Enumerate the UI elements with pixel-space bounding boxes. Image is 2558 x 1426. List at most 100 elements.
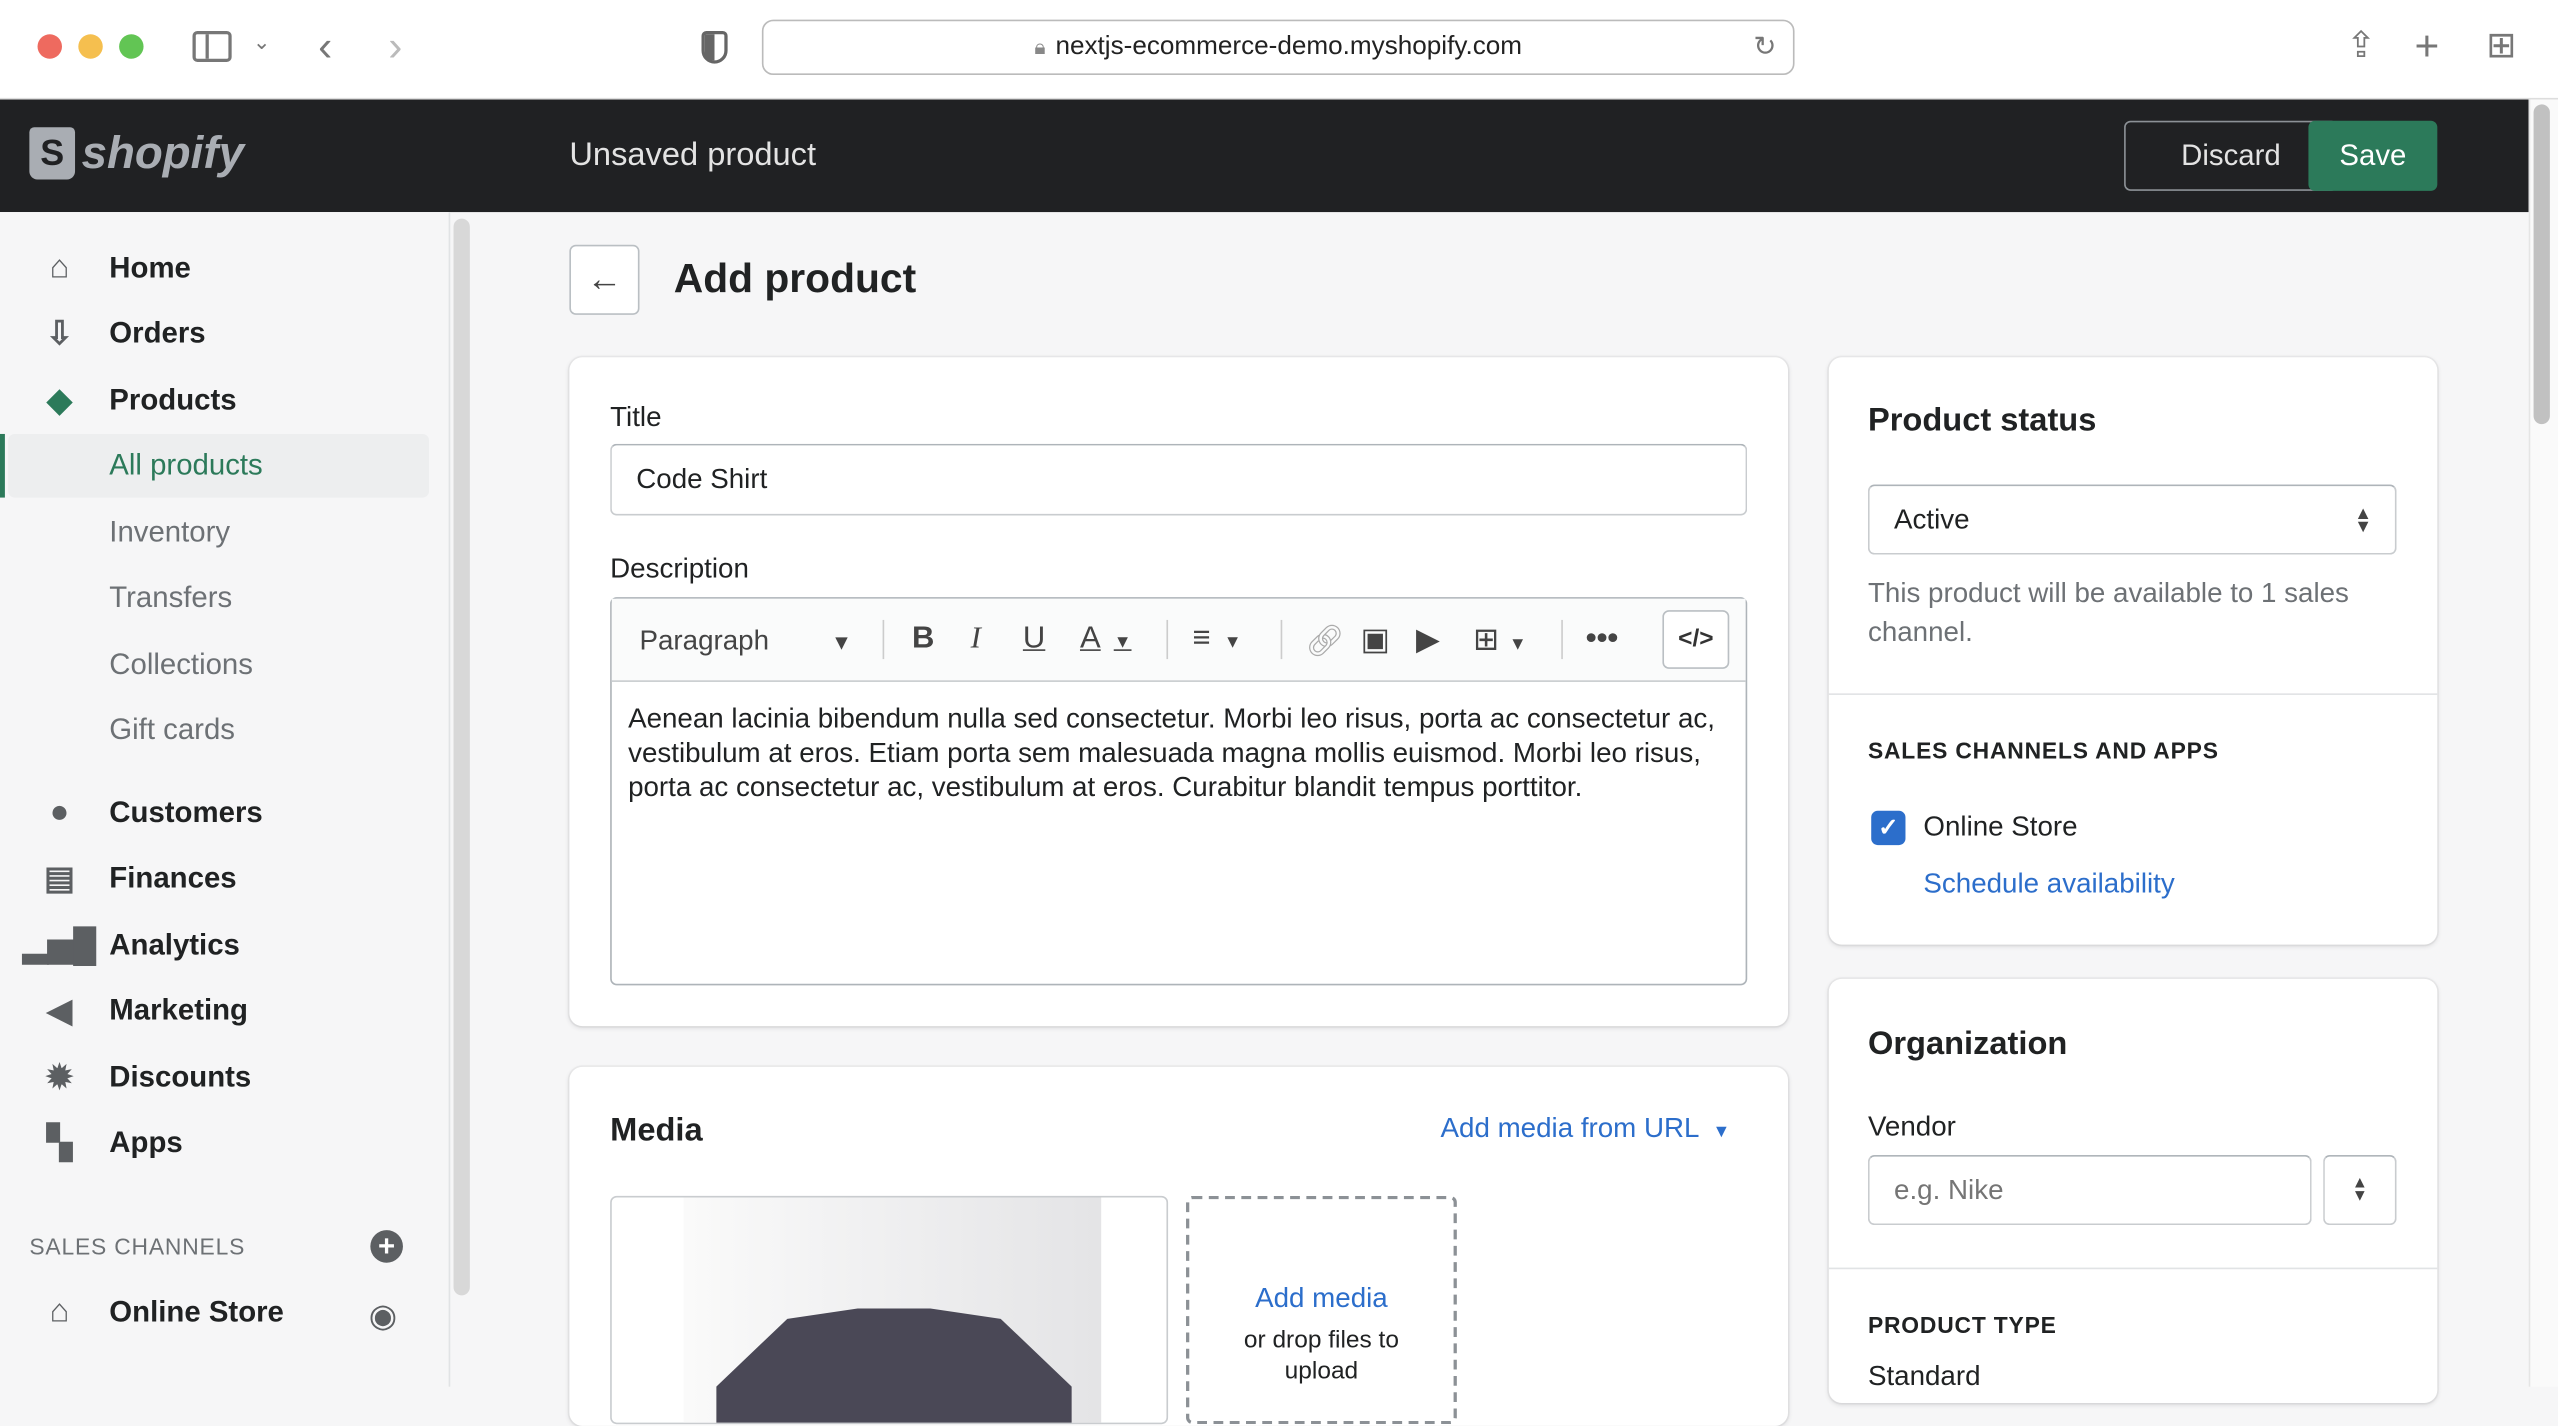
nav-label: Customers: [109, 795, 263, 828]
sidebar-item-products[interactable]: ◆ Products: [39, 382, 237, 419]
sidebar-item-analytics[interactable]: ▂▅█ Analytics: [22, 927, 240, 964]
sidebar-item-apps[interactable]: ▚ Apps: [39, 1124, 183, 1161]
store-icon: ⌂: [49, 1292, 70, 1329]
new-tab-icon[interactable]: +: [2414, 21, 2439, 72]
status-select[interactable]: Active ▲ ▼: [1867, 484, 2397, 555]
tab-overview-icon[interactable]: ⊞: [2486, 24, 2516, 66]
bold-icon[interactable]: B: [912, 622, 934, 658]
drop-hint: or drop files to upload: [1243, 1326, 1399, 1386]
image-icon[interactable]: ▣: [1361, 622, 1390, 660]
title-label: Title: [610, 401, 662, 433]
sidebar-item-finances[interactable]: ▤ Finances: [39, 860, 237, 897]
sales-channels-heading: SALES CHANNELS: [29, 1233, 246, 1260]
table-icon[interactable]: ⊞ ▼: [1473, 622, 1527, 660]
media-thumbnail[interactable]: [610, 1195, 1169, 1425]
organization-heading: Organization: [1867, 1026, 2068, 1063]
code-view-button[interactable]: </>: [1662, 610, 1730, 669]
text-color-icon[interactable]: A ▼: [1080, 622, 1132, 658]
nav-label: Analytics: [109, 927, 240, 961]
nav-label: Online Store: [109, 1294, 284, 1328]
sidebar-item-discounts[interactable]: ✹ Discounts: [39, 1059, 252, 1096]
link-icon[interactable]: 🔗︎: [1305, 622, 1344, 661]
caret-down-icon: ▼: [1712, 1122, 1731, 1142]
page-scrollbar[interactable]: [2533, 104, 2550, 425]
add-sales-channel-icon[interactable]: +: [370, 1230, 403, 1263]
divider: [1828, 693, 2438, 695]
vendor-input[interactable]: [1867, 1155, 2312, 1226]
sidebar-item-customers[interactable]: ● Customers: [39, 794, 263, 830]
save-button[interactable]: Save: [2308, 120, 2438, 191]
sales-channels-apps-heading: SALES CHANNELS AND APPS: [1867, 737, 2219, 764]
sidebar-subitem-gift-cards[interactable]: Gift cards: [109, 713, 235, 747]
add-media-button[interactable]: Add media: [1189, 1282, 1453, 1315]
active-indicator: [0, 433, 5, 498]
apps-icon: ▚: [46, 1124, 73, 1161]
nav-label: Home: [109, 250, 191, 284]
eye-icon[interactable]: ◉: [369, 1295, 397, 1336]
bar-chart-icon: ▂▅█: [22, 927, 97, 964]
share-icon[interactable]: ⇪: [2346, 24, 2376, 66]
shopify-logo[interactable]: Sshopify: [29, 127, 244, 180]
sidebar-subitem-inventory[interactable]: Inventory: [109, 516, 230, 550]
schedule-availability-link[interactable]: Schedule availability: [1923, 868, 2174, 901]
nav-label: Apps: [109, 1124, 183, 1158]
vendor-dropdown-button[interactable]: ▲ ▼: [2323, 1155, 2397, 1226]
logo-text: shopify: [81, 127, 244, 178]
format-select[interactable]: Paragraph ▼: [640, 625, 853, 658]
italic-icon[interactable]: I: [971, 622, 981, 658]
sidebar-toggle-icon[interactable]: [192, 30, 232, 62]
video-icon[interactable]: ▶: [1416, 622, 1440, 660]
online-store-checkbox[interactable]: ✓: [1871, 810, 1906, 846]
add-media-from-url-button[interactable]: Add media from URL ▼: [1441, 1113, 1731, 1146]
more-icon[interactable]: •••: [1586, 622, 1619, 658]
orders-icon: ⇩: [45, 315, 74, 352]
back-icon[interactable]: ‹: [318, 21, 332, 72]
sidebar-item-marketing[interactable]: ◀ Marketing: [39, 992, 248, 1029]
product-type-heading: PRODUCT TYPE: [1867, 1311, 2057, 1338]
caret-down-icon: ▼: [831, 629, 853, 655]
sidebar-subitem-all-products[interactable]: All products: [109, 449, 262, 483]
url-text: nextjs-ecommerce-demo.myshopify.com: [1055, 32, 1523, 61]
product-type-value: Standard: [1867, 1360, 1981, 1392]
link-text: Add media from URL: [1440, 1112, 1700, 1144]
browser-toolbar: ⌄ ‹ › 🔒︎ nextjs-ecommerce-demo.myshopify…: [0, 0, 2558, 100]
person-icon: ●: [49, 793, 70, 830]
online-store-label: Online Store: [1923, 810, 2078, 842]
home-icon: ⌂: [49, 248, 70, 285]
vendor-label: Vendor: [1867, 1110, 1956, 1142]
nav-label: Orders: [109, 315, 206, 349]
media-dropzone[interactable]: Add media or drop files to upload: [1186, 1195, 1457, 1425]
sidebar-item-orders[interactable]: ⇩ Orders: [39, 315, 206, 352]
sidebar-item-home[interactable]: ⌂ Home: [39, 248, 191, 286]
close-window-button[interactable]: [37, 34, 62, 59]
sidebar-subitem-transfers[interactable]: Transfers: [109, 581, 232, 615]
divider: [1280, 619, 1283, 660]
status-value: Active: [1894, 503, 1970, 535]
discount-icon: ✹: [45, 1059, 74, 1096]
status-heading: Product status: [1867, 402, 2097, 439]
minimize-window-button[interactable]: [78, 34, 103, 59]
forward-icon[interactable]: ›: [388, 21, 402, 72]
underline-icon[interactable]: U: [1023, 622, 1045, 658]
select-arrows-icon: ▲ ▼: [2354, 503, 2373, 536]
chevron-down-icon[interactable]: ⌄: [253, 29, 271, 55]
reload-icon[interactable]: ↻: [1753, 31, 1776, 64]
maximize-window-button[interactable]: [119, 34, 144, 59]
contextual-title: Unsaved product: [569, 137, 817, 173]
address-bar[interactable]: 🔒︎ nextjs-ecommerce-demo.myshopify.com ↻: [761, 19, 1795, 76]
align-icon[interactable]: ≡ ▼: [1193, 622, 1242, 658]
description-text[interactable]: Aenean lacinia bibendum nulla sed consec…: [628, 702, 1734, 805]
nav-label: Discounts: [109, 1059, 252, 1093]
nav-label: Finances: [109, 860, 237, 894]
format-value: Paragraph: [639, 624, 770, 656]
discard-button[interactable]: Discard: [2124, 120, 2338, 191]
back-button[interactable]: ←: [569, 244, 640, 315]
sidebar-scrollbar[interactable]: [453, 218, 470, 1296]
sidebar-subitem-collections[interactable]: Collections: [109, 648, 253, 682]
media-heading: Media: [610, 1112, 703, 1149]
shield-icon[interactable]: [701, 30, 728, 64]
divider: [1828, 1267, 2438, 1270]
divider: [1561, 619, 1563, 660]
title-input[interactable]: Code Shirt: [610, 443, 1748, 516]
sidebar-item-online-store[interactable]: ⌂ Online Store: [39, 1292, 284, 1330]
